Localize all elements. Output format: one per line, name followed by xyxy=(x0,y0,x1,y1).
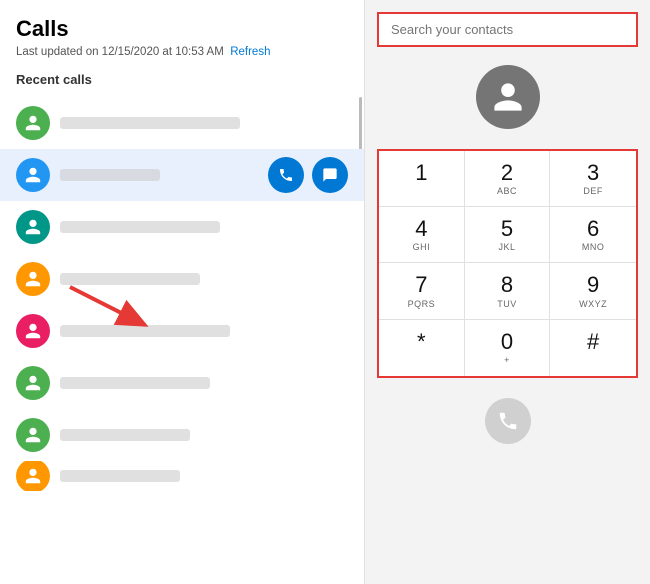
contact-avatar-placeholder xyxy=(476,65,540,129)
call-item-1[interactable] xyxy=(0,97,364,149)
dialpad-key-5[interactable]: 5 JKL xyxy=(465,207,551,263)
call-button[interactable] xyxy=(268,157,304,193)
contact-name-blur-5 xyxy=(60,325,230,337)
dialpad-key-0[interactable]: 0 + xyxy=(465,320,551,376)
recent-calls-label: Recent calls xyxy=(0,72,364,87)
contact-name-blur-1 xyxy=(60,117,240,129)
avatar-3 xyxy=(16,210,50,244)
call-item-7[interactable] xyxy=(0,409,364,461)
dialpad-key-8[interactable]: 8 TUV xyxy=(465,263,551,319)
call-item-4[interactable] xyxy=(0,253,364,305)
dialpad-key-6[interactable]: 6 MNO xyxy=(550,207,636,263)
contact-name-blur-6 xyxy=(60,377,210,389)
dialpad-key-star[interactable]: * xyxy=(379,320,465,376)
avatar-7 xyxy=(16,418,50,452)
dialpad-key-4[interactable]: 4 GHI xyxy=(379,207,465,263)
dialpad-key-hash[interactable]: # xyxy=(550,320,636,376)
avatar-5 xyxy=(16,314,50,348)
dialpad-key-7[interactable]: 7 PQRS xyxy=(379,263,465,319)
contact-name-blur-8 xyxy=(60,470,180,482)
call-item-2[interactable] xyxy=(0,149,364,201)
search-input[interactable] xyxy=(377,12,638,47)
refresh-link[interactable]: Refresh xyxy=(230,46,270,58)
contact-name-blur-3 xyxy=(60,221,220,233)
last-updated-text: Last updated on 12/15/2020 at 10:53 AM R… xyxy=(0,46,364,58)
right-panel: 1 2 ABC 3 DEF 4 GHI 5 JKL 6 MNO xyxy=(365,0,650,584)
contact-name-blur-2 xyxy=(60,169,160,181)
calls-list xyxy=(0,97,364,584)
dialpad-key-9[interactable]: 9 WXYZ xyxy=(550,263,636,319)
dialpad-key-1[interactable]: 1 xyxy=(379,151,465,207)
avatar-6 xyxy=(16,366,50,400)
avatar-8 xyxy=(16,461,50,491)
call-fab-button[interactable] xyxy=(485,398,531,444)
call-item-8[interactable] xyxy=(0,461,364,491)
contact-name-blur-4 xyxy=(60,273,200,285)
dialpad-key-3[interactable]: 3 DEF xyxy=(550,151,636,207)
call-actions xyxy=(268,157,348,193)
call-item-3[interactable] xyxy=(0,201,364,253)
page-title: Calls xyxy=(0,16,364,42)
call-item-5[interactable] xyxy=(0,305,364,357)
avatar-4 xyxy=(16,262,50,296)
call-item-6[interactable] xyxy=(0,357,364,409)
avatar-2 xyxy=(16,158,50,192)
avatar-1 xyxy=(16,106,50,140)
dialpad-grid: 1 2 ABC 3 DEF 4 GHI 5 JKL 6 MNO xyxy=(379,151,636,376)
dialpad: 1 2 ABC 3 DEF 4 GHI 5 JKL 6 MNO xyxy=(377,149,638,378)
dialpad-key-2[interactable]: 2 ABC xyxy=(465,151,551,207)
left-panel: Calls Last updated on 12/15/2020 at 10:5… xyxy=(0,0,365,584)
message-button[interactable] xyxy=(312,157,348,193)
contact-name-blur-7 xyxy=(60,429,190,441)
